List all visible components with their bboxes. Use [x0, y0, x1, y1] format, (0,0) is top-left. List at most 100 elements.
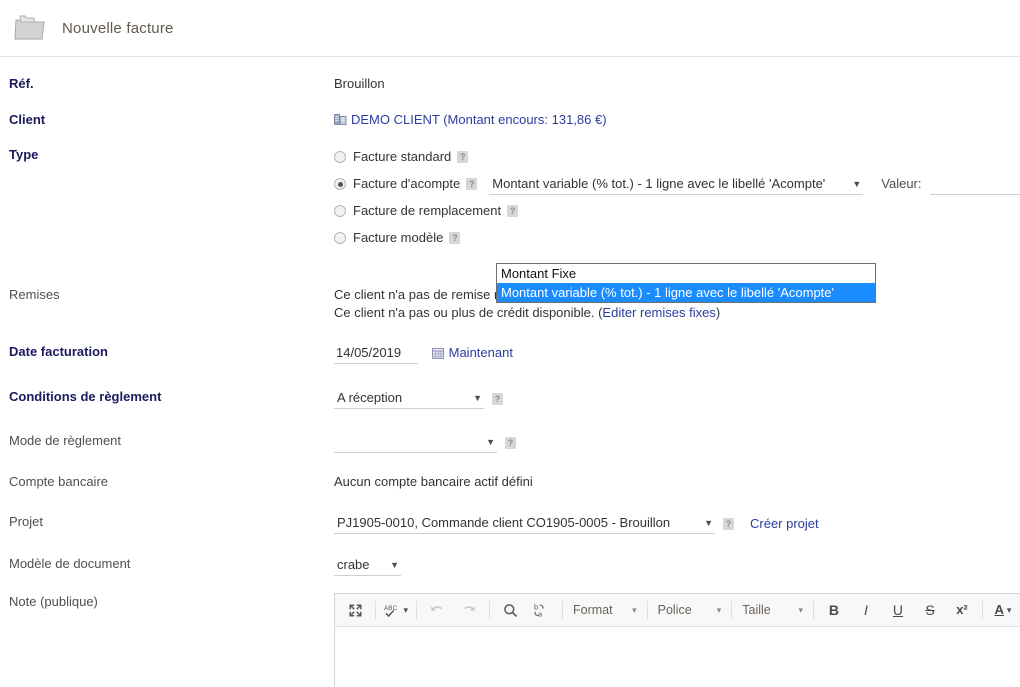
help-icon-conditions-reglement[interactable]: ? — [492, 392, 503, 405]
superscript-button[interactable]: x² — [946, 597, 978, 623]
strikethrough-label: S — [925, 602, 935, 618]
format-dropdown[interactable]: Format ▾ — [567, 597, 643, 623]
note-publique-textarea[interactable] — [335, 627, 1020, 687]
undo-icon[interactable] — [421, 597, 453, 623]
conditions-reglement-select-value: A réception — [337, 390, 403, 405]
label-mode-reglement: Mode de règlement — [9, 433, 122, 448]
page-title: Nouvelle facture — [62, 19, 174, 37]
invoice-form: Réf. Brouillon Client DEMO CLIENT (Monta… — [0, 57, 1020, 687]
value-modele-document: crabe ▼ — [334, 555, 1020, 576]
value-ref: Brouillon — [334, 76, 385, 91]
text-color-label: A — [994, 602, 1004, 617]
valeur-input[interactable] — [929, 174, 1020, 195]
help-icon-mode-reglement[interactable]: ? — [505, 436, 516, 449]
label-ref: Réf. — [9, 76, 34, 91]
chevron-down-icon: ▼ — [390, 560, 399, 570]
dropdown-option-montant-fixe[interactable]: Montant Fixe — [497, 264, 875, 283]
row-conditions-reglement: Conditions de règlement A réception ▼ ? — [0, 388, 1020, 410]
italic-label: I — [864, 602, 868, 618]
conditions-reglement-select[interactable]: A réception ▼ — [334, 388, 484, 409]
format-dropdown-label: Format — [573, 603, 613, 617]
value-note-publique: ABC ▾ b a Format ▾ Police ▾ Taille ▾ B I… — [334, 593, 1020, 687]
radio-facture-standard[interactable] — [334, 151, 346, 163]
label-projet: Projet — [9, 514, 43, 529]
spellcheck-icon[interactable]: ABC ▾ — [380, 597, 412, 623]
acompte-type-dropdown-list[interactable]: Montant Fixe Montant variable (% tot.) -… — [496, 263, 876, 303]
value-projet: PJ1905-0010, Commande client CO1905-0005… — [334, 513, 1020, 534]
value-conditions-reglement: A réception ▼ ? — [334, 388, 1020, 409]
toolbar-separator — [731, 601, 733, 619]
bold-button[interactable]: B — [818, 597, 850, 623]
projet-select-value: PJ1905-0010, Commande client CO1905-0005… — [337, 515, 671, 530]
radio-label-facture-remplacement: Facture de remplacement — [353, 203, 502, 218]
value-compte-bancaire: Aucun compte bancaire actif défini — [334, 474, 533, 489]
row-client: Client DEMO CLIENT (Montant encours: 131… — [0, 111, 1020, 133]
help-icon-facture-modele[interactable]: ? — [449, 232, 461, 244]
calendar-icon[interactable] — [431, 346, 444, 364]
row-date-facturation: Date facturation 14/05/2019 Maintenant — [0, 343, 1020, 365]
remises-line-2: Ce client n'a pas ou plus de crédit disp… — [334, 304, 1020, 322]
toolbar-separator — [646, 601, 648, 619]
help-icon-facture-acompte[interactable]: ? — [466, 178, 478, 190]
projet-select[interactable]: PJ1905-0010, Commande client CO1905-0005… — [334, 513, 715, 534]
help-icon-facture-standard[interactable]: ? — [457, 151, 469, 163]
taille-dropdown-label: Taille — [742, 603, 771, 617]
editer-remises-fixes-link[interactable]: Editer remises fixes — [602, 305, 715, 320]
radio-row-facture-acompte[interactable]: Facture d'acompte ? Montant variable (% … — [334, 173, 1020, 195]
radio-row-facture-modele[interactable]: Facture modèle ? — [334, 227, 1020, 249]
radio-facture-acompte[interactable] — [334, 178, 346, 190]
value-mode-reglement: ▼ ? — [334, 432, 1020, 453]
row-note-publique: Note (publique) ABC ▾ b a Format ▾ Polic… — [0, 593, 1020, 687]
label-note-publique: Note (publique) — [9, 594, 98, 609]
modele-document-select[interactable]: crabe ▼ — [334, 555, 401, 576]
toolbar-separator — [562, 601, 563, 619]
help-icon-facture-remplacement[interactable]: ? — [507, 205, 519, 217]
redo-icon[interactable] — [453, 597, 485, 623]
chevron-down-icon: ▾ — [716, 605, 722, 615]
value-type: Facture standard ? Facture d'acompte ? M… — [334, 146, 1020, 254]
toolbar-separator — [812, 601, 814, 619]
label-valeur: Valeur: — [881, 176, 922, 191]
maintenant-link[interactable]: Maintenant — [449, 345, 513, 360]
find-icon[interactable] — [494, 597, 526, 623]
creer-projet-link[interactable]: Créer projet — [750, 515, 819, 533]
date-facturation-input[interactable]: 14/05/2019 — [334, 343, 418, 364]
radio-label-facture-acompte: Facture d'acompte — [353, 176, 461, 191]
radio-row-facture-standard[interactable]: Facture standard ? — [334, 146, 1020, 168]
toolbar-separator — [981, 601, 983, 619]
underline-button[interactable]: U — [882, 597, 914, 623]
folder-icon — [12, 12, 50, 44]
chevron-down-icon: ▼ — [486, 437, 495, 447]
chevron-down-icon: ▾ — [632, 605, 637, 615]
replace-icon[interactable]: b a — [526, 597, 558, 623]
chevron-down-icon: ▼ — [704, 518, 713, 528]
modele-document-select-value: crabe — [337, 557, 370, 572]
toolbar-separator — [489, 601, 490, 619]
italic-button[interactable]: I — [850, 597, 882, 623]
remises-line-2-end: ) — [715, 305, 721, 320]
chevron-down-icon: ▼ — [473, 393, 482, 403]
radio-row-facture-remplacement[interactable]: Facture de remplacement ? — [334, 200, 1020, 222]
text-color-button[interactable]: A ▾ — [987, 597, 1019, 623]
maximize-icon[interactable] — [339, 597, 371, 623]
rich-text-editor: ABC ▾ b a Format ▾ Police ▾ Taille ▾ B I… — [334, 593, 1020, 687]
dropdown-option-montant-variable[interactable]: Montant variable (% tot.) - 1 ligne avec… — [497, 283, 875, 302]
row-type: Type Facture standard ? Facture d'acompt… — [0, 146, 1020, 254]
radio-facture-remplacement[interactable] — [334, 205, 346, 217]
strikethrough-button[interactable]: S — [914, 597, 946, 623]
label-remises: Remises — [9, 287, 60, 302]
radio-facture-modele[interactable] — [334, 232, 346, 244]
label-conditions-reglement: Conditions de règlement — [9, 389, 162, 404]
label-compte-bancaire: Compte bancaire — [9, 474, 108, 489]
value-date-facturation: 14/05/2019 Maintenant — [334, 343, 1020, 364]
acompte-type-select[interactable]: Montant variable (% tot.) - 1 ligne avec… — [489, 174, 864, 195]
chevron-down-icon: ▾ — [798, 605, 803, 615]
client-link[interactable]: DEMO CLIENT (Montant encours: 131,86 €) — [351, 112, 607, 127]
superscript-label: x² — [956, 602, 968, 617]
taille-dropdown[interactable]: Taille ▾ — [736, 597, 809, 623]
help-icon-projet[interactable]: ? — [723, 517, 734, 530]
police-dropdown[interactable]: Police ▾ — [652, 597, 728, 623]
mode-reglement-select[interactable]: ▼ — [334, 432, 497, 453]
label-date-facturation: Date facturation — [9, 344, 108, 359]
toolbar-separator — [416, 601, 417, 619]
